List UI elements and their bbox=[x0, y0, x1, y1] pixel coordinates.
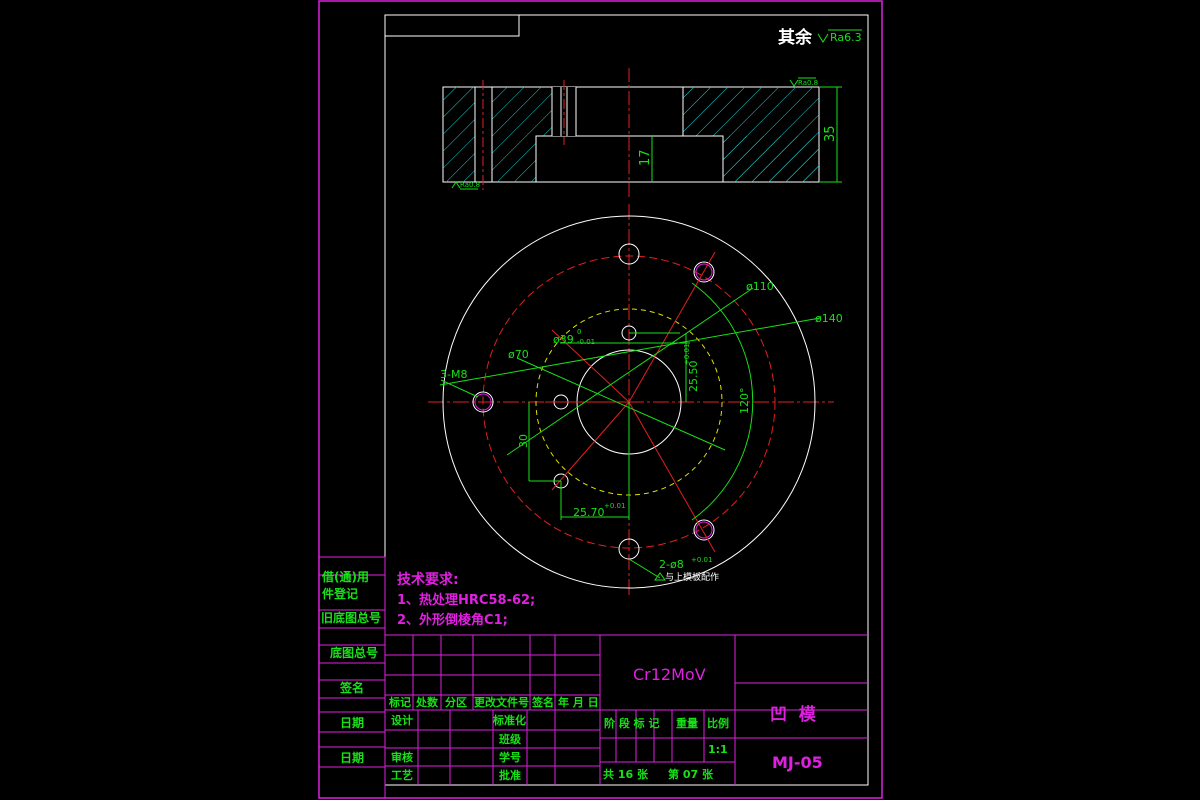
title-drawing-no: MJ-05 bbox=[772, 753, 823, 772]
left-strip-row-1: 借(通)用 bbox=[321, 569, 369, 584]
plan-view bbox=[428, 204, 834, 598]
label-class: 班级 bbox=[499, 732, 522, 746]
left-strip-row-6: 日期 bbox=[340, 715, 364, 730]
dim-recess: 17 bbox=[638, 149, 653, 166]
h-date: 年 月 日 bbox=[558, 695, 599, 709]
dim-pin: 2-ø8 bbox=[659, 558, 684, 571]
dim-d70: ø70 bbox=[508, 348, 529, 361]
dim-pin-note: 与上模板配作 bbox=[665, 571, 719, 583]
title-material: Cr12MoV bbox=[633, 665, 706, 684]
label-student-no: 学号 bbox=[499, 750, 521, 764]
tech-item-2: 2、外形倒棱角C1; bbox=[397, 612, 508, 628]
tech-item-1: 1、热处理HRC58-62; bbox=[397, 592, 535, 608]
roughness-bottom: Ra0.8 bbox=[460, 181, 480, 189]
label-standardize: 标准化 bbox=[492, 713, 526, 727]
sheet-no: 第 07 张 bbox=[668, 767, 714, 781]
left-strip-row-2: 件登记 bbox=[322, 586, 358, 601]
h-stage: 阶 段 标 记 bbox=[604, 716, 660, 730]
left-strip-row-5: 签名 bbox=[339, 680, 364, 695]
h-docno: 更改文件号 bbox=[474, 695, 529, 709]
h-weight: 重量 bbox=[676, 716, 698, 730]
dim-2570: 25.70 bbox=[573, 506, 605, 519]
tech-title: 技术要求: bbox=[397, 571, 459, 588]
roughness-top: Ra0.8 bbox=[798, 79, 818, 87]
h-count: 处数 bbox=[415, 695, 439, 709]
section-view bbox=[442, 68, 842, 200]
h-scale: 比例 bbox=[707, 716, 729, 730]
h-mark: 标记 bbox=[388, 695, 411, 709]
title-part-name: 凹 模 bbox=[770, 704, 817, 725]
dim-2550-tol: +0.01 bbox=[683, 344, 691, 365]
cad-drawing: 其余 Ra6.3 Ra0.8 Ra0.8 35 17 ø110 ø140 ø70… bbox=[318, 0, 883, 799]
left-strip-row-4: 底图总号 bbox=[330, 645, 378, 660]
top-left-label-box bbox=[384, 14, 520, 37]
scale-value: 1:1 bbox=[708, 743, 728, 756]
h-sign: 签名 bbox=[531, 695, 554, 709]
dim-d39: ø39 bbox=[553, 333, 574, 346]
dim-angle: 120° bbox=[738, 388, 751, 415]
left-strip-row-7: 日期 bbox=[340, 750, 364, 765]
dim-2570-tol: +0.01 bbox=[604, 502, 625, 510]
sheets-total: 共 16 张 bbox=[603, 767, 649, 781]
dim-thread: 3-M8 bbox=[440, 368, 467, 381]
h-zone: 分区 bbox=[445, 695, 467, 709]
label-design: 设计 bbox=[391, 713, 413, 727]
dim-d140: ø140 bbox=[815, 312, 843, 325]
dim-d39-tol-upper: 0 bbox=[577, 328, 581, 336]
left-strip-row-3: 旧底图总号 bbox=[321, 610, 381, 625]
dim-30: 30 bbox=[517, 434, 530, 448]
surface-note-prefix: 其余 bbox=[778, 27, 813, 48]
label-check: 审核 bbox=[391, 750, 413, 764]
dim-d110: ø110 bbox=[746, 280, 774, 293]
surface-note-roughness: Ra6.3 bbox=[830, 31, 862, 44]
dim-height: 35 bbox=[823, 125, 838, 142]
dim-pin-tol: +0.01 bbox=[691, 556, 712, 564]
dim-d39-tol-lower: -0.01 bbox=[577, 338, 595, 346]
label-process: 工艺 bbox=[391, 768, 413, 782]
roughness-symbol-icon bbox=[817, 33, 829, 43]
label-approve: 批准 bbox=[499, 768, 521, 782]
